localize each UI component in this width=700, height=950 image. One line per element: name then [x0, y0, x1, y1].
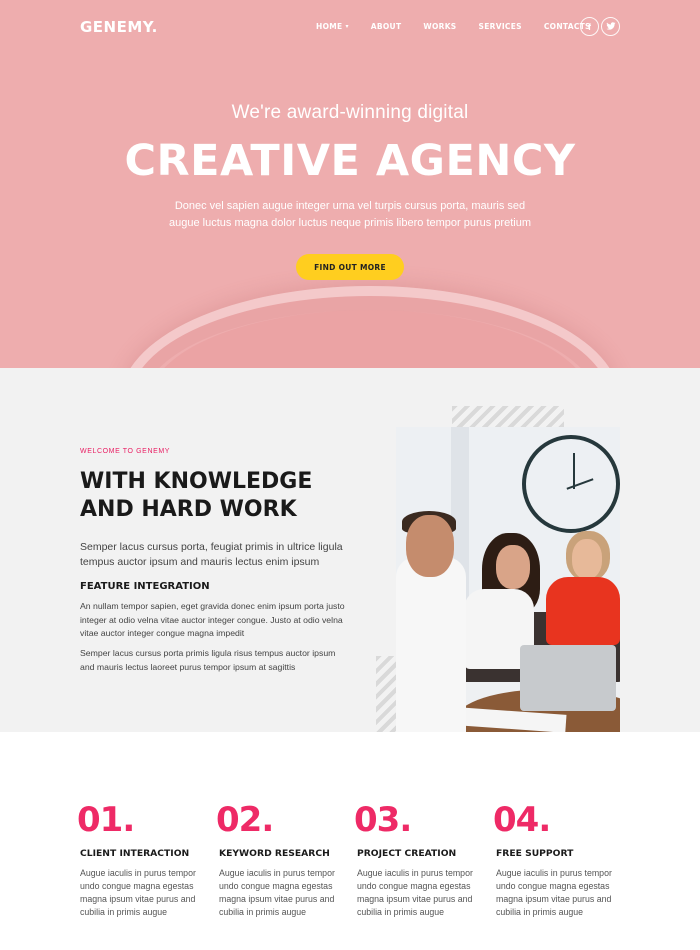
top-navigation: GENEMY. HOME ▾ ABOUT WORKS SERVICES CONT… [0, 0, 700, 54]
nav-item-works[interactable]: WORKS [423, 22, 456, 31]
feature-item: 04. FREE SUPPORT Augue iaculis in purus … [493, 800, 622, 919]
feature-heading: FEATURE INTEGRATION [80, 581, 210, 592]
feature-title: FREE SUPPORT [496, 848, 574, 859]
nav-item-label: WORKS [423, 22, 457, 31]
nav-item-label: SERVICES [478, 22, 522, 31]
feature-paragraph-2: Semper lacus cursus porta primis ligula … [80, 648, 336, 672]
twitter-icon[interactable] [601, 17, 620, 36]
hero-section: GENEMY. HOME ▾ ABOUT WORKS SERVICES CONT… [0, 0, 700, 368]
site-logo[interactable]: GENEMY. [80, 18, 158, 36]
features-section: 01. CLIENT INTERACTION Augue iaculis in … [0, 732, 700, 950]
feature-number: 04. [493, 800, 551, 840]
nav-menu: HOME ▾ ABOUT WORKS SERVICES CONTACTS [316, 22, 613, 31]
find-out-more-button[interactable]: FIND OUT MORE [296, 254, 404, 280]
feature-text: Augue iaculis in purus tempor undo congu… [357, 868, 473, 917]
about-lead-text: Semper lacus cursus porta, feugiat primi… [80, 541, 343, 568]
wall-clock-icon [522, 435, 620, 533]
feature-title: PROJECT CREATION [357, 848, 457, 859]
hero-background-cup-rim [120, 286, 620, 368]
feature-number: 02. [216, 800, 274, 840]
nav-item-services[interactable]: SERVICES [479, 22, 522, 31]
nav-item-about[interactable]: ABOUT [371, 22, 402, 31]
feature-item: 03. PROJECT CREATION Augue iaculis in pu… [354, 800, 483, 919]
nav-item-label: HOME [316, 22, 343, 31]
photo-person [396, 557, 466, 753]
caret-down-icon: ▾ [345, 23, 349, 30]
laptop-icon [520, 645, 616, 711]
team-photo [396, 427, 620, 753]
about-title: WITH KNOWLEDGE AND HARD WORK [80, 469, 313, 522]
feature-number: 03. [354, 800, 412, 840]
feature-text: Augue iaculis in purus tempor undo congu… [496, 868, 612, 917]
feature-number: 01. [77, 800, 135, 840]
photo-person [496, 545, 530, 589]
photo-person [406, 515, 454, 577]
decorative-stripes [452, 406, 564, 428]
hero-title: CREATIVE AGENCY [124, 136, 576, 186]
feature-title: KEYWORD RESEARCH [219, 848, 330, 859]
feature-text: Augue iaculis in purus tempor undo congu… [80, 868, 196, 917]
feature-title: CLIENT INTERACTION [80, 848, 190, 859]
facebook-icon[interactable]: f [580, 17, 599, 36]
feature-text: Augue iaculis in purus tempor undo congu… [219, 868, 335, 917]
twitter-bird-icon [605, 22, 616, 30]
feature-item: 01. CLIENT INTERACTION Augue iaculis in … [77, 800, 206, 919]
nav-item-home[interactable]: HOME ▾ [316, 22, 349, 31]
feature-paragraph: An nullam tempor sapien, eget gravida do… [80, 601, 345, 638]
feature-item: 02. KEYWORD RESEARCH Augue iaculis in pu… [216, 800, 345, 919]
facebook-glyph: f [588, 21, 591, 32]
photo-person [546, 577, 620, 645]
about-section: WELCOME TO GENEMY WITH KNOWLEDGE AND HAR… [0, 368, 700, 772]
photo-person [572, 539, 602, 579]
hero-subtitle: We're award-winning digital [231, 102, 469, 123]
section-eyebrow: WELCOME TO GENEMY [80, 448, 171, 455]
hero-description: Donec vel sapien augue integer urna vel … [169, 200, 531, 229]
nav-item-label: ABOUT [370, 22, 402, 31]
